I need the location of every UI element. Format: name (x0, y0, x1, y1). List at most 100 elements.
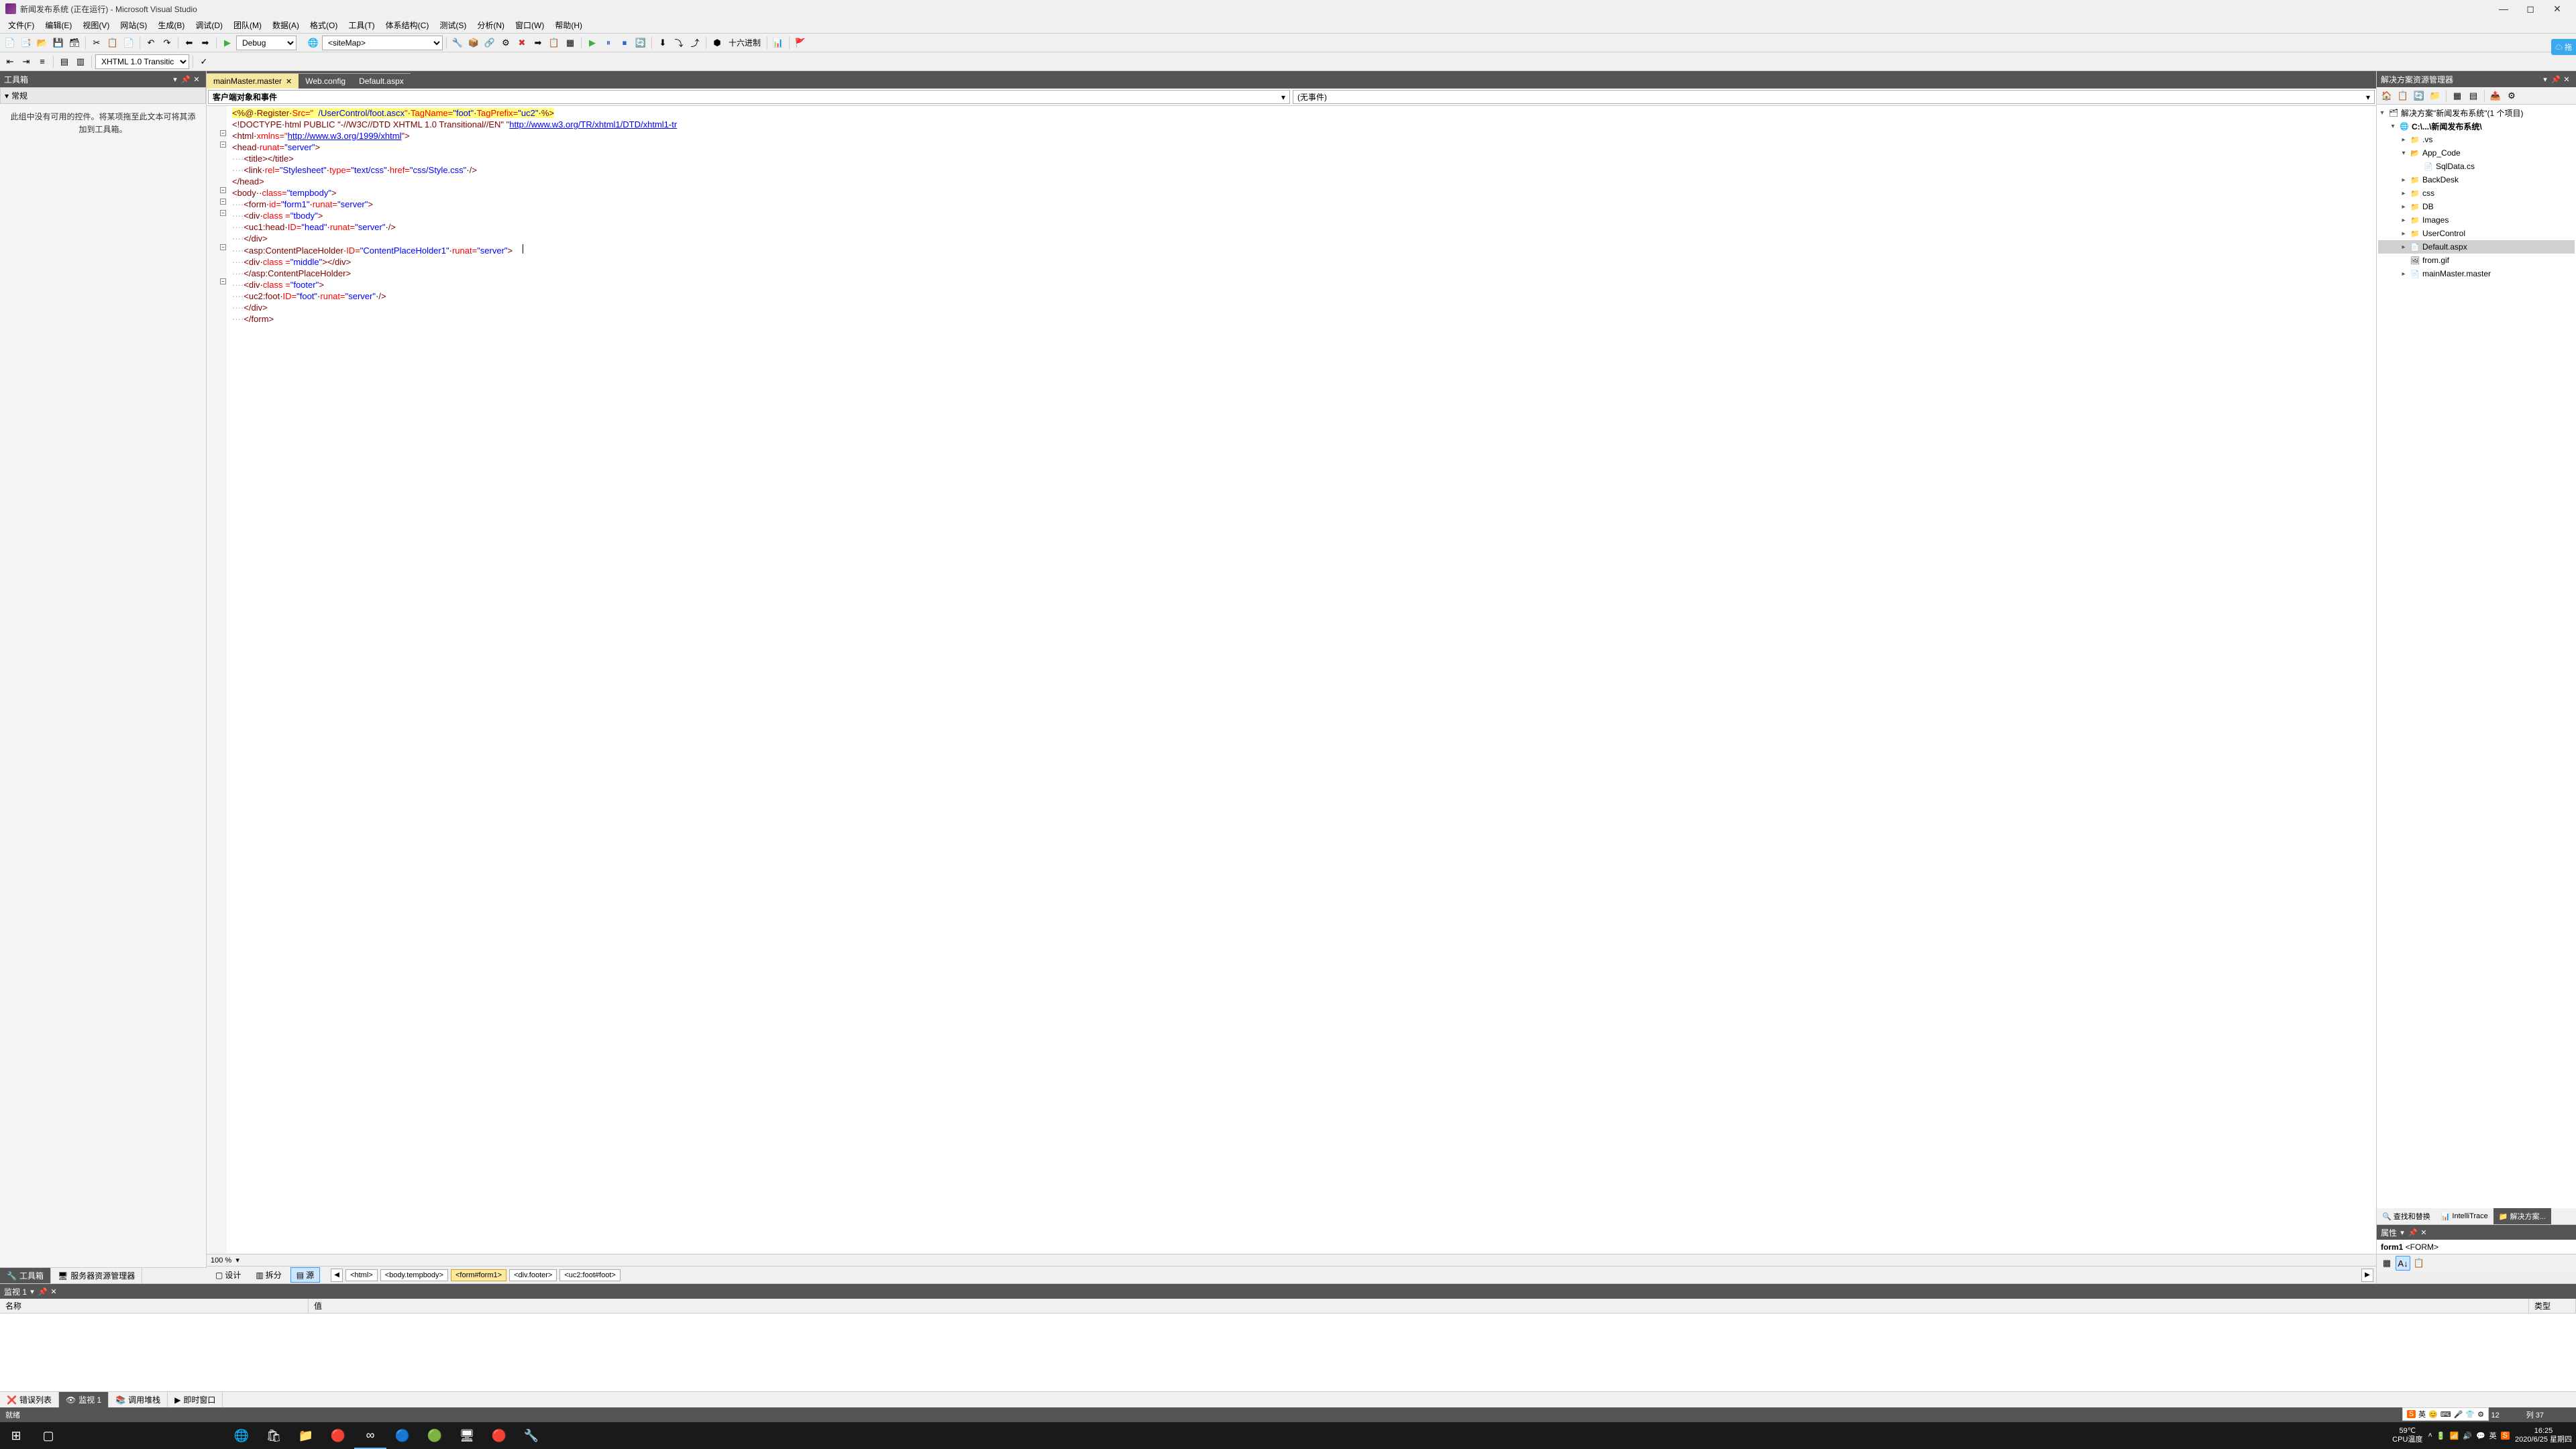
chrome-icon[interactable]: 🔵 (386, 1422, 419, 1449)
dropdown-icon[interactable]: ▾ (27, 1286, 38, 1297)
path-form[interactable]: <form#form1> (451, 1269, 506, 1281)
cut-icon[interactable]: ✂ (89, 36, 104, 50)
start-button[interactable]: ⊞ (0, 1422, 32, 1449)
doctype-select[interactable]: XHTML 1.0 Transitic (95, 54, 189, 69)
tab-webconfig[interactable]: Web.config (299, 73, 352, 89)
tree-item[interactable]: ▸📁BackDesk (2378, 173, 2575, 186)
properties-icon[interactable]: 🏠 (2379, 89, 2394, 103)
save-icon[interactable]: 💾 (51, 36, 66, 50)
props-icon[interactable]: 📋 (2412, 1256, 2426, 1271)
ime-toolbar[interactable]: S 英 😊 ⌨ 🎤 👕 ⚙ (2402, 1407, 2489, 1421)
tree-item[interactable]: 🖼from.gif (2378, 254, 2575, 267)
show-all-icon[interactable]: 📋 (2396, 89, 2410, 103)
explorer-icon[interactable]: 📁 (290, 1422, 322, 1449)
sort-icon[interactable]: A↓ (2396, 1256, 2410, 1271)
tb-icon-6[interactable]: ➡ (531, 36, 545, 50)
fold-icon[interactable]: − (220, 142, 226, 148)
menu-edit[interactable]: 编辑(E) (40, 18, 77, 32)
fold-icon[interactable]: − (220, 187, 226, 193)
paste-icon[interactable]: 📄 (121, 36, 136, 50)
start-icon[interactable]: ▶ (220, 36, 235, 50)
design-view-button[interactable]: ▢ 设计 (209, 1267, 247, 1283)
tab-callstack[interactable]: 📚 调用堆栈 (109, 1392, 168, 1407)
indent-icon[interactable]: ⇥ (19, 54, 34, 69)
tree-item[interactable]: ▸📁css (2378, 186, 2575, 200)
minimize-button[interactable]: — (2490, 1, 2517, 16)
tree-item[interactable]: 📄SqlData.cs (2378, 160, 2575, 173)
hex-label[interactable]: 十六进制 (726, 37, 763, 48)
tb-icon-7[interactable]: 📋 (547, 36, 561, 50)
sogou-icon[interactable]: S (2501, 1432, 2510, 1440)
refresh-icon[interactable]: 🔄 (2412, 89, 2426, 103)
new-project-icon[interactable]: 📄 (3, 36, 17, 50)
menu-format[interactable]: 格式(O) (305, 18, 343, 32)
wifi-icon[interactable]: 📶 (2450, 1432, 2459, 1440)
tree-item[interactable]: ▸📁Images (2378, 213, 2575, 227)
output-icon[interactable]: 📊 (771, 36, 786, 50)
fold-icon[interactable]: − (220, 199, 226, 205)
tab-immediate[interactable]: ▶ 即时窗口 (168, 1392, 223, 1407)
menu-architecture[interactable]: 体系结构(C) (380, 18, 435, 32)
nest-icon[interactable]: 📁 (2428, 89, 2443, 103)
comment-icon[interactable]: ▤ (57, 54, 72, 69)
pin-icon[interactable]: 📌 (180, 74, 191, 85)
restart-icon[interactable]: 🔄 (633, 36, 648, 50)
menu-build[interactable]: 生成(B) (152, 18, 190, 32)
view-code-icon[interactable]: ▦ (2450, 89, 2465, 103)
ime-indicator[interactable]: 英 (2489, 1430, 2497, 1441)
code-content[interactable]: <%@·Register·Src=" /UserControl/foot.asc… (207, 106, 2376, 325)
target-select[interactable]: <siteMap> (322, 36, 443, 50)
properties-object[interactable]: form1 <FORM> (2377, 1240, 2576, 1254)
fold-icon[interactable]: − (220, 244, 226, 250)
tab-errorlist[interactable]: ❌ 错误列表 (0, 1392, 59, 1407)
tree-solution-root[interactable]: ▾🗂解决方案"新闻发布系统"(1 个项目) (2378, 106, 2575, 119)
menu-help[interactable]: 帮助(H) (549, 18, 588, 32)
path-next-icon[interactable]: ▶ (2361, 1269, 2373, 1282)
pin-icon[interactable]: 📌 (2551, 74, 2561, 85)
clock-date[interactable]: 2020/6/25 星期四 (2515, 1436, 2572, 1444)
tab-find[interactable]: 🔍 查找和替换 (2377, 1208, 2436, 1224)
clock-time[interactable]: 16:25 (2515, 1427, 2572, 1436)
close-icon[interactable]: ✕ (2418, 1227, 2429, 1238)
split-view-button[interactable]: ▥ 拆分 (250, 1267, 287, 1283)
ime-mic-icon[interactable]: 🎤 (2454, 1410, 2463, 1419)
menu-file[interactable]: 文件(F) (3, 18, 40, 32)
menu-view[interactable]: 视图(V) (77, 18, 115, 32)
tb-icon-1[interactable]: 🔧 (450, 36, 465, 50)
menu-team[interactable]: 团队(M) (228, 18, 267, 32)
path-div[interactable]: <div.footer> (509, 1269, 557, 1281)
vs-icon[interactable]: ∞ (354, 1422, 386, 1449)
tab-intellitrace[interactable]: 📊 IntelliTrace (2436, 1208, 2493, 1224)
tab-solution[interactable]: 📁 解决方案... (2493, 1208, 2551, 1224)
notification-icon[interactable]: 💬 (2476, 1432, 2485, 1440)
close-icon[interactable]: ✕ (191, 74, 202, 85)
battery-icon[interactable]: 🔋 (2436, 1432, 2446, 1440)
path-body[interactable]: <body.tempbody> (380, 1269, 448, 1281)
pin-icon[interactable]: 📌 (38, 1286, 48, 1297)
tree-item[interactable]: ▾📂App_Code (2378, 146, 2575, 160)
app3-icon[interactable]: 🖥 (451, 1422, 483, 1449)
system-tray[interactable]: ˄ 🔋 📶 🔊 💬 英 S (2428, 1430, 2510, 1441)
fold-icon[interactable]: − (220, 278, 226, 284)
step-over-icon[interactable]: ⤵ (672, 36, 686, 50)
col-value[interactable]: 值 (309, 1299, 2529, 1313)
tree-item[interactable]: ▸📁DB (2378, 200, 2575, 213)
tree-item[interactable]: ▸📁UserControl (2378, 227, 2575, 240)
step-into-icon[interactable]: ⬇ (655, 36, 670, 50)
edge-icon[interactable]: 🌐 (225, 1422, 258, 1449)
ime-skin-icon[interactable]: 👕 (2465, 1410, 2475, 1419)
menu-data[interactable]: 数据(A) (267, 18, 305, 32)
tab-toolbox[interactable]: 🔧 工具箱 (0, 1268, 51, 1283)
nav-fwd-icon[interactable]: ➡ (198, 36, 213, 50)
outdent-icon[interactable]: ⇤ (3, 54, 17, 69)
redo-icon[interactable]: ↷ (160, 36, 174, 50)
menu-test[interactable]: 测试(S) (434, 18, 472, 32)
tb-icon-4[interactable]: ⚙ (498, 36, 513, 50)
ime-emoji-icon[interactable]: 😊 (2428, 1410, 2438, 1419)
tab-watch[interactable]: 👁 监视 1 (59, 1392, 109, 1407)
dropdown-icon[interactable]: ▾ (2397, 1227, 2408, 1238)
pin-icon[interactable]: 📌 (2408, 1227, 2418, 1238)
tree-project[interactable]: ▾🌐C:\...\新闻发布系统\ (2378, 119, 2575, 133)
close-icon[interactable]: ✕ (48, 1286, 59, 1297)
tb-icon-5[interactable]: ✖ (515, 36, 529, 50)
